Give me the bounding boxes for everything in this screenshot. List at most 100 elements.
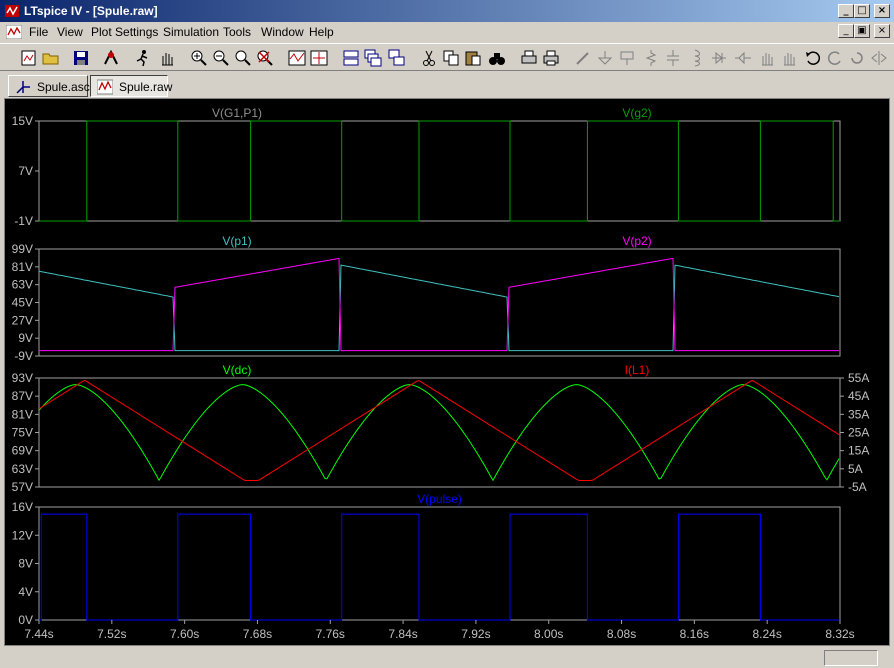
doc-restore-button[interactable]: ▣ — [854, 24, 870, 38]
title-bar: LTspice IV - [Spule.raw] _ □ × — [0, 0, 894, 22]
y-tick-label: 12V — [12, 528, 33, 542]
y-tick-label: 81V — [12, 260, 33, 274]
zoom-fit-icon[interactable] — [234, 49, 252, 67]
diode-icon[interactable] — [710, 49, 728, 67]
trace-vp2 — [39, 257, 839, 352]
waveform-doc-icon[interactable] — [6, 25, 22, 39]
tab-label: Spule.asc — [37, 80, 90, 94]
capacitor-icon[interactable] — [664, 49, 682, 67]
doc-close-button[interactable]: × — [874, 24, 890, 38]
print-icon[interactable] — [542, 49, 560, 67]
menu-window[interactable]: Window — [261, 25, 304, 39]
redo-icon[interactable] — [826, 49, 844, 67]
tile-horizontal-icon[interactable] — [342, 49, 360, 67]
run-icon[interactable] — [134, 49, 152, 67]
trace-label: V(g2) — [622, 106, 651, 120]
zoom-out-icon[interactable] — [212, 49, 230, 67]
y-tick-label: 99V — [12, 242, 33, 256]
y2-tick-label: 35A — [848, 407, 869, 421]
y-tick-label: 81V — [12, 407, 33, 421]
y-tick-label: 4V — [18, 585, 33, 599]
x-tick-label: 7.44s — [24, 627, 53, 641]
menu-bar: File View Plot Settings Simulation Tools… — [0, 22, 894, 42]
y-tick-label: 69V — [12, 444, 33, 458]
copy-icon[interactable] — [442, 49, 460, 67]
resistor-icon[interactable] — [642, 49, 660, 67]
menu-file[interactable]: File — [29, 25, 48, 39]
y-tick-label: -9V — [14, 349, 33, 363]
pan-hand-icon[interactable] — [158, 49, 176, 67]
y-tick-label: 7V — [18, 164, 33, 178]
status-field — [824, 650, 878, 666]
zoom-in-icon[interactable] — [190, 49, 208, 67]
maximize-button[interactable]: □ — [854, 4, 870, 18]
control-panel-icon[interactable] — [102, 49, 120, 67]
menu-view[interactable]: View — [57, 25, 83, 39]
y2-tick-label: 5A — [848, 462, 863, 476]
y-tick-label: 63V — [12, 278, 33, 292]
move-hand-icon[interactable] — [758, 49, 776, 67]
y-tick-label: 16V — [12, 500, 33, 514]
y2-tick-label: 45A — [848, 389, 869, 403]
component-icon[interactable] — [734, 49, 752, 67]
inductor-icon[interactable] — [686, 49, 704, 67]
y-tick-label: 57V — [12, 480, 33, 494]
pane-frame — [38, 120, 841, 222]
minimize-button[interactable]: _ — [838, 4, 854, 18]
menu-tools[interactable]: Tools — [223, 25, 251, 39]
y-tick-label: -1V — [14, 214, 33, 228]
y-tick-label: 93V — [12, 371, 33, 385]
y-tick-label: 0V — [18, 613, 33, 627]
menu-plot-settings[interactable]: Plot Settings — [91, 25, 158, 39]
x-tick-label: 7.92s — [461, 627, 490, 641]
mirror-icon[interactable] — [870, 49, 888, 67]
find-binoculars-icon[interactable] — [488, 49, 506, 67]
ltspice-app-icon[interactable] — [4, 3, 20, 19]
paste-icon[interactable] — [464, 49, 482, 67]
tab-spule-asc[interactable]: Spule.asc — [8, 75, 90, 97]
zoom-cancel-icon[interactable] — [256, 49, 274, 67]
undo-icon[interactable] — [804, 49, 822, 67]
y-tick-label: 75V — [12, 426, 33, 440]
rotate-icon[interactable] — [848, 49, 866, 67]
trace-vg2 — [39, 120, 840, 222]
autorange-icon[interactable] — [288, 49, 306, 67]
trace-label: V(pulse) — [417, 492, 462, 506]
menu-help[interactable]: Help — [309, 25, 334, 39]
pane-frame — [38, 377, 841, 488]
tile-vertical-icon[interactable] — [388, 49, 406, 67]
save-icon[interactable] — [72, 49, 90, 67]
waveform-icon — [97, 79, 113, 95]
cascade-icon[interactable] — [364, 49, 382, 67]
x-tick-label: 8.24s — [753, 627, 782, 641]
y-tick-label: 63V — [12, 462, 33, 476]
ground-icon[interactable] — [596, 49, 614, 67]
cut-icon[interactable] — [420, 49, 438, 67]
x-tick-label: 7.68s — [243, 627, 272, 641]
x-tick-label: 7.76s — [316, 627, 345, 641]
trace-label: V(p1) — [222, 234, 251, 248]
new-schematic-icon[interactable] — [20, 49, 38, 67]
drag-hand-icon[interactable] — [780, 49, 798, 67]
y2-tick-label: 15A — [848, 444, 869, 458]
tab-label: Spule.raw — [119, 80, 173, 94]
x-tick-label: 7.52s — [97, 627, 126, 641]
print-preview-icon[interactable] — [520, 49, 538, 67]
label-icon[interactable] — [618, 49, 636, 67]
mark-unmark-icon[interactable] — [310, 49, 328, 67]
y2-tick-label: 25A — [848, 426, 869, 440]
pane-frame — [38, 248, 841, 357]
close-button[interactable]: × — [874, 4, 890, 18]
menu-simulation[interactable]: Simulation — [163, 25, 219, 39]
x-tick-label: 8.16s — [680, 627, 709, 641]
waveform-plot[interactable]: 15V 7V -1V V(G1,P1) V(g2) 99V 81V 63V 45V 27V 9V -9… — [5, 99, 889, 645]
x-tick-label: 8.08s — [607, 627, 636, 641]
y2-tick-label: 55A — [848, 371, 869, 385]
window-title: LTspice IV - [Spule.raw] — [24, 4, 158, 18]
open-folder-icon[interactable] — [42, 49, 60, 67]
y2-tick-label: -5A — [848, 480, 867, 494]
doc-minimize-button[interactable]: _ — [838, 24, 854, 38]
wire-pencil-icon[interactable] — [574, 49, 592, 67]
waveform-viewer[interactable]: 15V 7V -1V V(G1,P1) V(g2) 99V 81V 63V 45V 27V 9V -9… — [4, 98, 890, 646]
tab-spule-raw[interactable]: Spule.raw — [90, 75, 172, 97]
